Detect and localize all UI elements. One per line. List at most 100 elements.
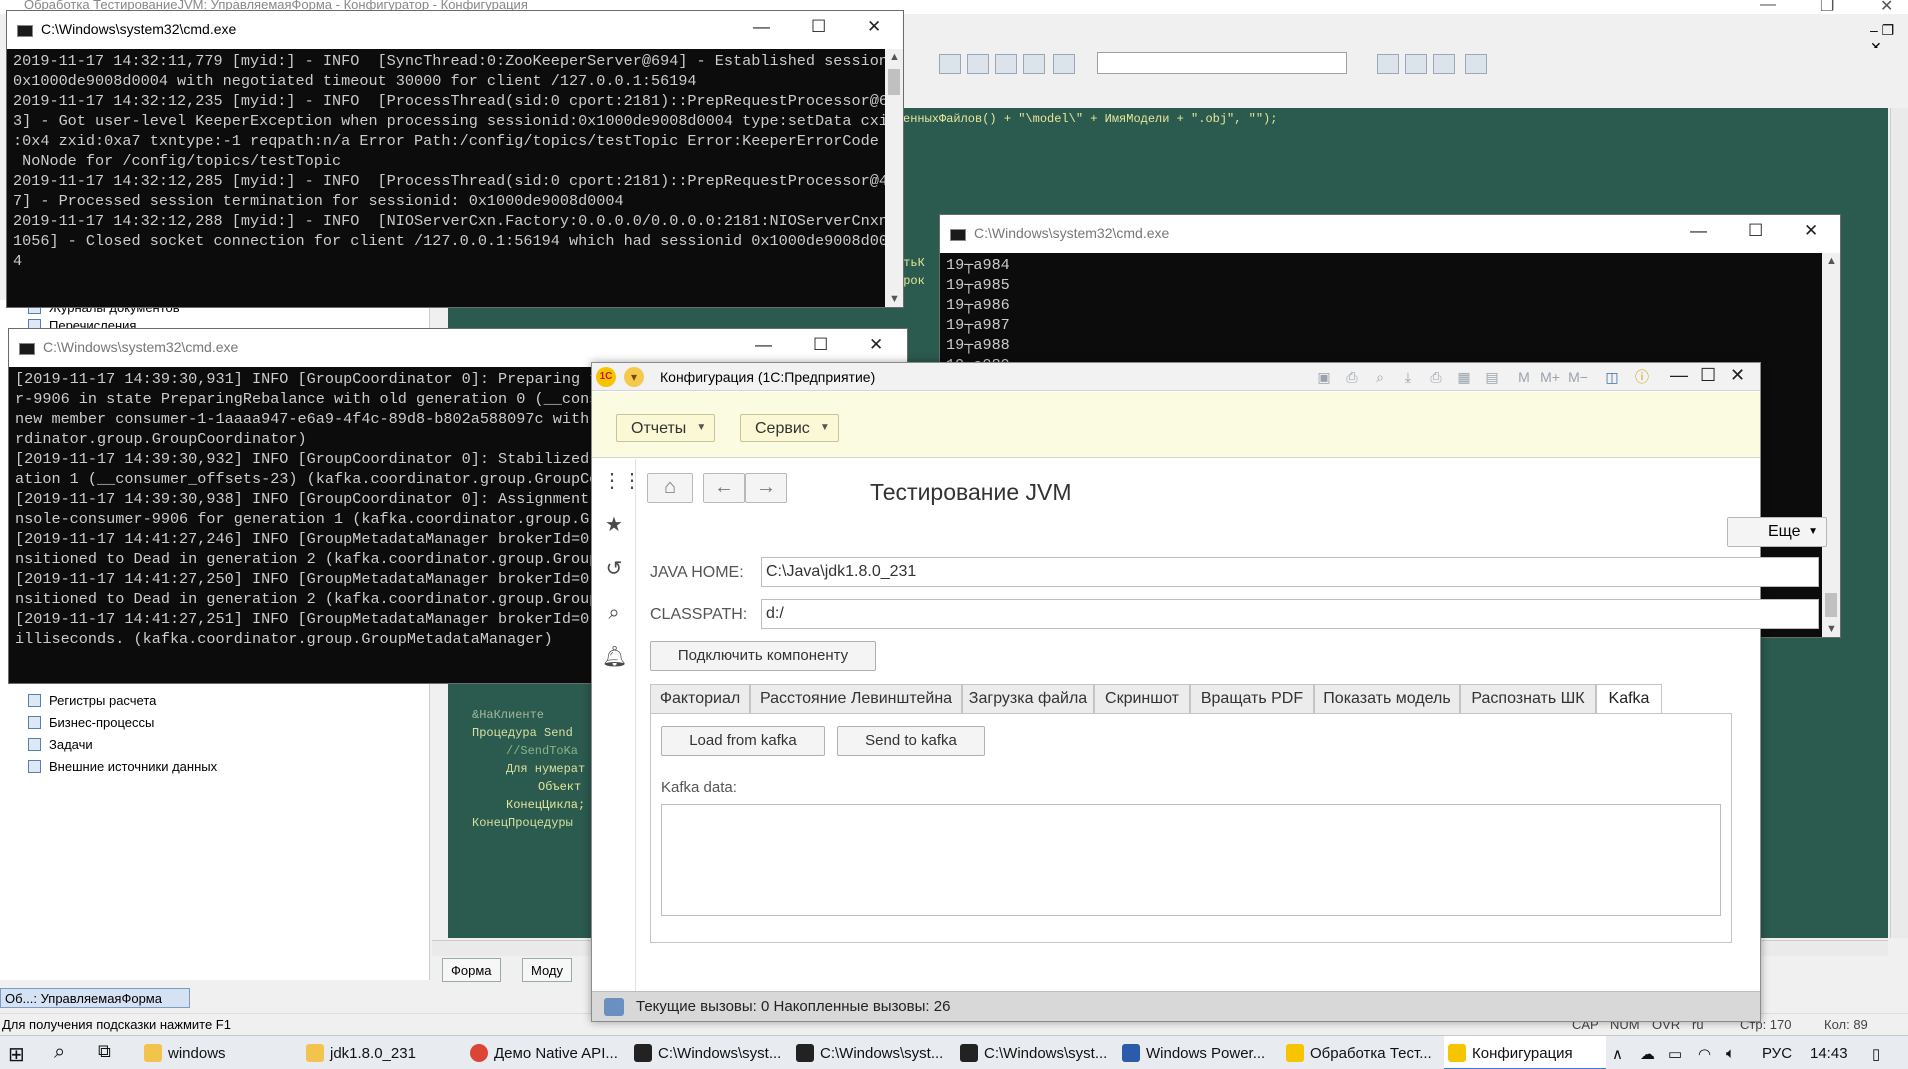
calculator-icon[interactable]: ▦	[1454, 367, 1474, 387]
tray-chevron-icon[interactable]: ∧	[1612, 1045, 1623, 1063]
restore-icon[interactable]: ❐	[1820, 0, 1834, 16]
taskbar-item[interactable]: Windows Power...	[1118, 1036, 1265, 1069]
sections-grid-icon[interactable]: ⋮⋮	[602, 469, 642, 493]
toolbar-button-icon[interactable]	[1405, 54, 1427, 74]
tree-item[interactable]: Задачи	[28, 737, 93, 752]
taskbar-item[interactable]: C:\Windows\syst...	[630, 1036, 781, 1069]
service-menu-button[interactable]: Сервис ▼	[740, 414, 839, 442]
memory-minus-icon[interactable]: M−	[1568, 367, 1588, 387]
inner-window-controls[interactable]: – ❐ ✕	[1870, 22, 1908, 55]
tree-item[interactable]: Внешние источники данных	[28, 759, 217, 774]
connect-component-button[interactable]: Подключить компоненту	[650, 641, 876, 671]
task-view-icon[interactable]: ⧉	[98, 1041, 111, 1062]
scroll-thumb[interactable]	[888, 69, 900, 95]
wifi-icon[interactable]: ◠	[1698, 1045, 1711, 1063]
taskbar-item[interactable]: C:\Windows\syst...	[956, 1036, 1107, 1069]
console-scrollbar[interactable]: ▲ ▼	[885, 49, 903, 307]
minimize-icon[interactable]: —	[1690, 221, 1707, 241]
language-indicator[interactable]: РУС	[1762, 1045, 1792, 1062]
minimize-icon[interactable]: —	[1760, 0, 1776, 14]
maximize-icon[interactable]: ☐	[811, 17, 826, 37]
toolbar-button-icon[interactable]	[1433, 54, 1455, 74]
tab-show-model[interactable]: Показать модель	[1314, 684, 1460, 714]
cloud-icon[interactable]: ☁	[1640, 1045, 1655, 1063]
console-titlebar[interactable]: C:\Windows\system32\cmd.exe — ☐ ✕	[7, 11, 903, 49]
forward-button[interactable]: →	[745, 473, 787, 503]
volume-icon[interactable]: 🔈︎	[1726, 1045, 1735, 1062]
taskbar-item[interactable]: C:\Windows\syst...	[792, 1036, 943, 1069]
scroll-down-icon[interactable]: ▼	[1826, 623, 1837, 635]
load-from-kafka-button[interactable]: Load from kafka	[661, 726, 825, 756]
tab-rotate-pdf[interactable]: Вращать PDF	[1190, 684, 1314, 714]
scroll-down-icon[interactable]: ▼	[889, 293, 900, 305]
notifications-bell-icon[interactable]: 🔔︎	[602, 645, 627, 669]
scroll-up-icon[interactable]: ▲	[889, 51, 900, 63]
more-button[interactable]: Еще ▼	[1727, 517, 1827, 547]
main-menu-icon[interactable]: ▾	[624, 367, 644, 387]
maximize-icon[interactable]: ☐	[1748, 221, 1763, 241]
taskbar-item-active[interactable]: Конфигурация	[1444, 1036, 1606, 1069]
tab-levenshtein[interactable]: Расстояние Левинштейна	[750, 684, 962, 714]
save-icon[interactable]: ▣	[1314, 367, 1334, 387]
kafka-data-field[interactable]	[661, 804, 1721, 916]
toolbar-button-icon[interactable]	[1465, 54, 1487, 74]
java-home-input[interactable]	[761, 557, 1819, 587]
toolbar-button-icon[interactable]	[967, 54, 989, 74]
home-button[interactable]: ⌂	[647, 473, 693, 503]
print-alt-icon[interactable]: ⎙	[1426, 367, 1446, 387]
memory-m-icon[interactable]: M	[1514, 367, 1534, 387]
minimize-icon[interactable]: —	[755, 335, 772, 355]
minimize-icon[interactable]: —	[753, 17, 770, 37]
print-icon[interactable]: ⎙	[1342, 367, 1362, 387]
onec-titlebar[interactable]: 1С ▾ Конфигурация (1С:Предприятие) ▣ ⎙ ⌕…	[592, 363, 1760, 391]
maximize-icon[interactable]: ☐	[813, 335, 828, 355]
maximize-icon[interactable]: ☐	[1700, 365, 1716, 386]
toolbar-button-icon[interactable]	[995, 54, 1017, 74]
taskbar-item[interactable]: Демо Native API...	[466, 1036, 618, 1069]
close-icon[interactable]: ✕	[869, 335, 883, 355]
taskbar-item[interactable]: windows	[140, 1036, 226, 1069]
toolbar-button-icon[interactable]	[939, 54, 961, 74]
scroll-thumb[interactable]	[1825, 593, 1837, 617]
minimize-icon[interactable]: —	[1670, 365, 1688, 386]
tree-item[interactable]: Бизнес-процессы	[28, 715, 154, 730]
tab-kafka[interactable]: Kafka	[1596, 684, 1662, 714]
windows-start-icon[interactable]: ⊞	[8, 1042, 25, 1067]
close-icon[interactable]: ✕	[1730, 365, 1745, 386]
classpath-input[interactable]	[761, 599, 1819, 629]
toolbar-button-icon[interactable]	[1377, 54, 1399, 74]
window-list-item[interactable]: Об...: УправляемаяФорма	[0, 988, 190, 1008]
clock[interactable]: 14:43	[1810, 1045, 1848, 1062]
tab-file-upload[interactable]: Загрузка файла	[962, 684, 1094, 714]
panels-icon[interactable]: ◫	[1602, 367, 1622, 387]
tab-barcode[interactable]: Распознать ШК	[1460, 684, 1596, 714]
scroll-up-icon[interactable]: ▲	[1826, 255, 1837, 267]
toolbar-button-icon[interactable]	[1053, 54, 1075, 74]
preview-icon[interactable]: ⌕	[1370, 367, 1390, 387]
tree-item[interactable]: Регистры расчета	[28, 693, 156, 708]
reports-menu-button[interactable]: Отчеты ▼	[616, 414, 716, 442]
info-icon[interactable]: ⓘ	[1632, 367, 1652, 387]
search-icon[interactable]: ⌕	[54, 1041, 65, 1064]
console-titlebar[interactable]: C:\Windows\system32\cmd.exe — ☐ ✕	[940, 215, 1840, 253]
tab-module[interactable]: Моду	[522, 958, 573, 982]
close-icon[interactable]: ✕	[867, 17, 881, 37]
taskbar-item[interactable]: jdk1.8.0_231	[302, 1036, 416, 1069]
tab-screenshot[interactable]: Скриншот	[1094, 684, 1190, 714]
download-icon[interactable]: ⤓	[1398, 367, 1418, 387]
close-icon[interactable]: ✕	[1804, 221, 1818, 241]
tab-form[interactable]: Форма	[442, 958, 501, 982]
calendar-icon[interactable]: ▤	[1482, 367, 1502, 387]
back-button[interactable]: ←	[703, 473, 745, 503]
console-scrollbar[interactable]: ▲ ▼	[1822, 253, 1840, 637]
toolbar-combo[interactable]	[1097, 52, 1347, 74]
taskbar-item[interactable]: Обработка Тест...	[1282, 1036, 1432, 1069]
memory-plus-icon[interactable]: M+	[1540, 367, 1560, 387]
favorites-star-icon[interactable]: ★	[602, 513, 626, 537]
close-icon[interactable]: ✕	[1880, 0, 1893, 16]
onec-window[interactable]: 1С ▾ Конфигурация (1С:Предприятие) ▣ ⎙ ⌕…	[591, 362, 1827, 1022]
notification-center-icon[interactable]: ▯	[1872, 1045, 1880, 1063]
battery-icon[interactable]: ▭	[1668, 1045, 1682, 1063]
search-icon[interactable]: ⌕	[602, 601, 626, 625]
send-to-kafka-button[interactable]: Send to kafka	[837, 726, 985, 756]
